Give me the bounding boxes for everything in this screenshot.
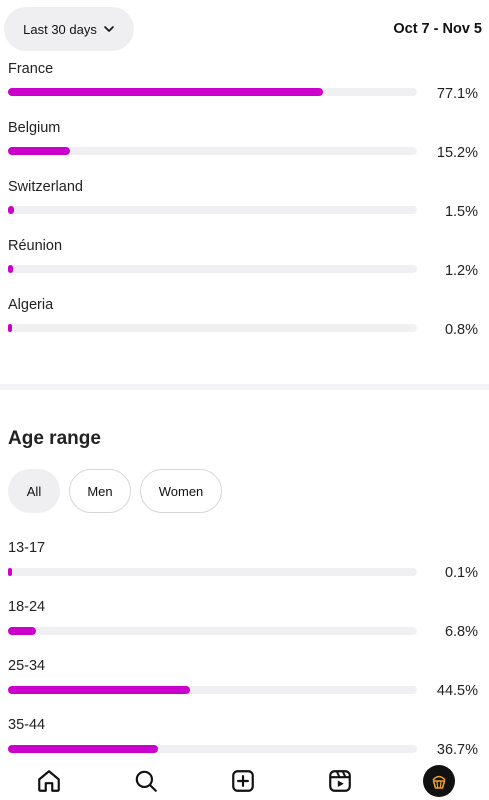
location-bar-fill [8,324,13,332]
age-bar-fill [8,627,36,635]
age-percent: 36.7% [436,742,478,758]
age-range-title: Age range [8,428,101,449]
location-label: France [8,61,54,77]
age-label: 25-34 [8,658,46,674]
date-range-text: Oct 7 - Nov 5 [393,21,482,37]
location-percent: 1.5% [444,204,478,220]
filter-chip-label: Women [158,483,204,499]
location-bar-fill [8,265,13,273]
cupcake-icon [431,775,446,789]
location-percent: 0.8% [444,322,478,338]
location-bar-fill [8,88,324,96]
location-label: Switzerland [8,179,83,195]
date-range-dropdown-label: Last 30 days [23,21,97,37]
location-bar-track [8,88,417,96]
location-bar-track [8,147,417,155]
create-icon[interactable] [229,767,257,795]
location-bar-track [8,206,417,214]
location-label: Belgium [8,120,61,136]
age-bar-track [8,686,417,694]
location-percent: 1.2% [444,263,478,279]
age-percent: 6.8% [444,624,478,640]
reels-icon[interactable] [326,767,354,795]
bottom-nav [0,762,489,800]
section-divider [0,384,489,390]
location-bar-fill [8,147,71,155]
location-bar-track [8,265,417,273]
age-bar-track [8,745,417,753]
location-label: Réunion [8,238,63,254]
age-label: 18-24 [8,599,46,615]
age-bar-track [8,568,417,576]
profile-avatar[interactable] [422,765,455,797]
age-label: 13-17 [8,540,46,556]
location-label: Algeria [8,297,54,313]
location-percent: 15.2% [436,145,478,161]
top-bar: Last 30 days Oct 7 - Nov 5 [0,0,489,62]
age-label: 35-44 [8,717,46,733]
chevron-down-icon [104,26,114,32]
filter-chip-label: All [26,483,42,499]
age-percent: 0.1% [444,565,478,581]
filter-chip-label: Men [87,483,113,499]
location-percent: 77.1% [436,86,478,102]
age-bar-fill [8,745,159,753]
age-bar-track [8,627,417,635]
filter-chip-men[interactable]: Men [69,469,131,513]
date-range-dropdown[interactable]: Last 30 days [4,7,134,51]
filter-chip-all[interactable]: All [8,469,60,513]
filter-chip-women[interactable]: Women [140,469,222,513]
age-bar-fill [8,568,13,576]
age-percent: 44.5% [436,683,478,699]
location-bar-track [8,324,417,332]
location-bar-fill [8,206,15,214]
age-bar-fill [8,686,190,694]
search-icon[interactable] [132,767,160,795]
home-icon[interactable] [35,767,63,795]
